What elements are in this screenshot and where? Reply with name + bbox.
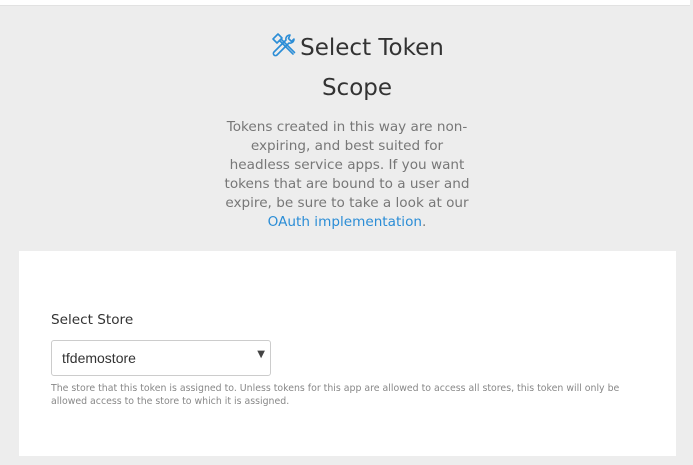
page-title-text: Select Token Scope [300, 35, 444, 101]
store-select[interactable]: tfdemostore ▼ [51, 340, 271, 376]
page-title: Select Token Scope [237, 28, 477, 108]
top-panel-edge [0, 0, 690, 6]
store-select-value: tfdemostore [62, 350, 136, 366]
token-description: Tokens created in this way are non-expir… [222, 118, 472, 232]
description-text: Tokens created in this way are non-expir… [224, 119, 470, 211]
oauth-implementation-link[interactable]: OAuth implementation [268, 214, 422, 230]
caret-down-icon: ▼ [257, 349, 265, 360]
select-store-label: Select Store [51, 312, 134, 328]
tools-icon [270, 31, 296, 57]
description-suffix: . [422, 214, 427, 230]
store-help-text: The store that this token is assigned to… [51, 383, 620, 407]
store-card: Select Store tfdemostore ▼ The store tha… [19, 251, 676, 456]
